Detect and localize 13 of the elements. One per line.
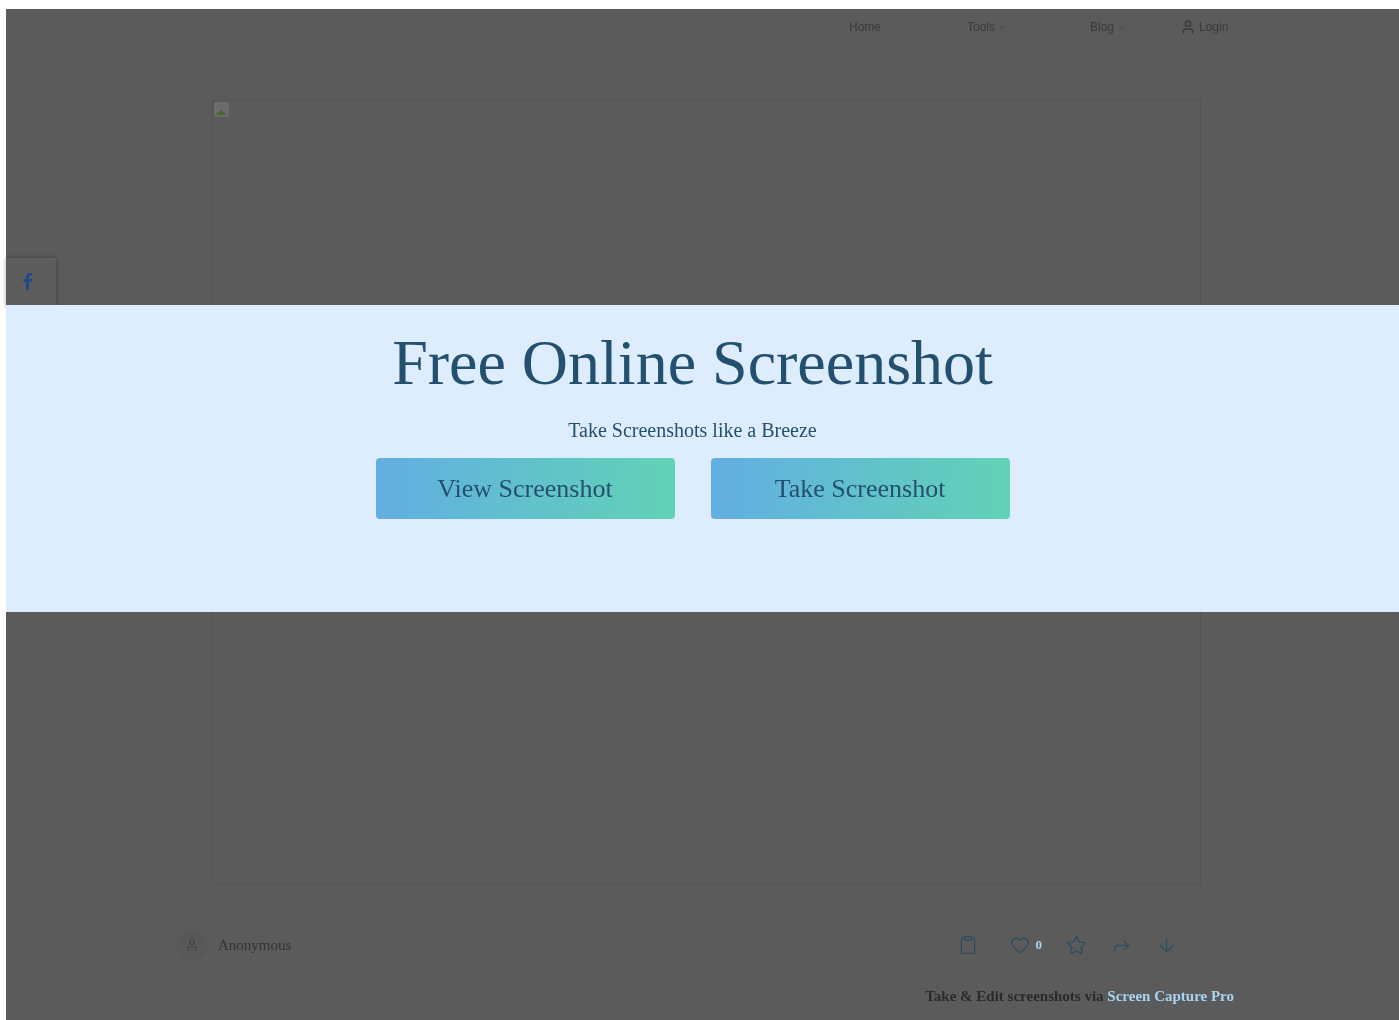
heart-icon[interactable] <box>1009 935 1030 955</box>
user-icon <box>185 938 199 952</box>
facebook-share-tab[interactable] <box>6 258 56 306</box>
hero-subtitle: Take Screenshots like a Breeze <box>568 418 817 443</box>
take-screenshot-button[interactable]: Take Screenshot <box>710 458 1010 519</box>
hero-title: Free Online Screenshot <box>392 331 993 395</box>
like-count: 0 <box>1035 936 1042 955</box>
screen-capture-pro-link[interactable]: Screen Capture Pro <box>1107 988 1234 1004</box>
facebook-icon <box>22 273 32 290</box>
user-icon <box>1180 19 1196 35</box>
view-screenshot-button[interactable]: View Screenshot <box>375 458 675 519</box>
broken-image-icon <box>214 102 230 118</box>
star-icon[interactable] <box>1066 934 1087 956</box>
